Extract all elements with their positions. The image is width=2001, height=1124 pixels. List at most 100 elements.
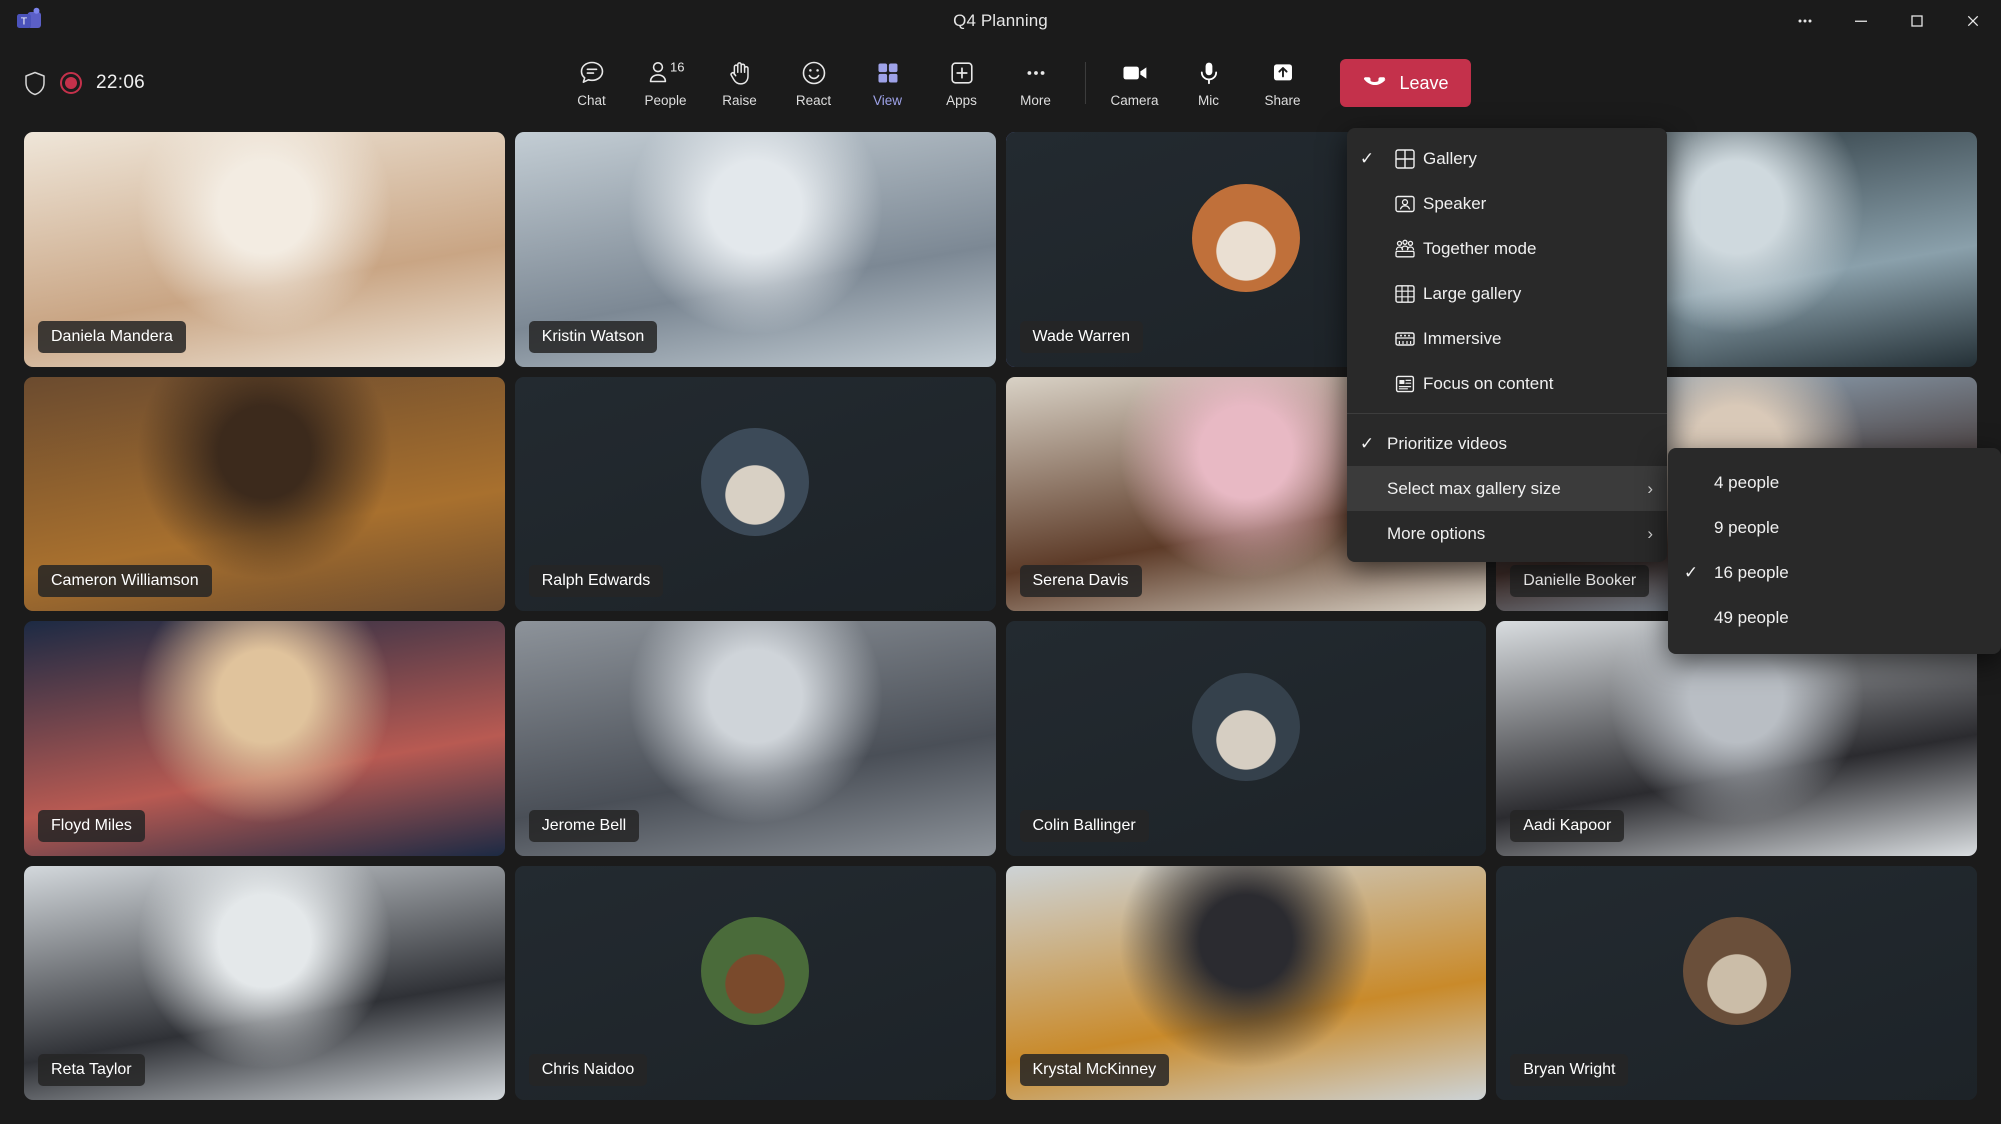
participant-name-label: Floyd Miles [38,810,145,842]
toolbar-apps-label: Apps [946,94,977,108]
menu-item-prioritize-videos[interactable]: ✓ Prioritize videos [1347,421,1667,466]
submenu-item-4-people[interactable]: 4 people [1668,460,2001,505]
menu-item-focus-on-content[interactable]: Focus on content [1347,361,1667,406]
view-options-menu: ✓ Gallery Speaker [1347,128,1667,562]
window-maximize-button[interactable] [1889,0,1945,42]
menu-item-select-max-gallery-size-label: Select max gallery size [1387,479,1639,499]
apps-plus-icon [947,59,975,87]
window-more-options-button[interactable] [1777,0,1833,42]
submenu-item-16-people-label: 16 people [1714,563,1789,583]
window-controls [1777,0,2001,42]
focus-content-icon [1387,373,1423,395]
participant-tile[interactable]: Floyd Miles [24,621,505,856]
immersive-icon [1387,328,1423,350]
window-title-bar: T Q4 Planning [0,0,2001,42]
toolbar-camera-label: Camera [1110,94,1158,108]
meeting-timer: 22:06 [96,72,145,94]
participant-tile[interactable]: Krystal McKinney [1006,866,1487,1101]
check-icon: ✓ [1347,149,1387,169]
people-icon: 16 [645,59,685,87]
toolbar-mic-button[interactable]: Mic [1171,48,1245,118]
menu-item-gallery-label: Gallery [1423,149,1653,169]
participant-tile[interactable]: Jerome Bell [515,621,996,856]
toolbar-raise-hand-button[interactable]: Raise [702,48,776,118]
leave-meeting-button[interactable]: Leave [1339,59,1470,107]
menu-item-speaker[interactable]: Speaker [1347,181,1667,226]
avatar-image [701,428,809,536]
participant-tile[interactable]: Daniela Mandera [24,132,505,367]
toolbar-people-label: People [644,94,686,108]
large-gallery-icon [1387,283,1423,305]
leave-button-label: Leave [1399,73,1448,94]
participant-name-label: Kristin Watson [529,321,658,353]
participant-name-label: Cameron Williamson [38,565,212,597]
toolbar-chat-button[interactable]: Chat [554,48,628,118]
participant-name-label: Danielle Booker [1510,565,1649,597]
camera-icon [1119,59,1149,87]
avatar [1192,673,1300,781]
submenu-item-49-people-label: 49 people [1714,608,1789,628]
share-up-arrow-icon [1268,59,1296,87]
participant-name-label: Krystal McKinney [1020,1054,1170,1086]
participant-name-label: Ralph Edwards [529,565,664,597]
submenu-item-16-people[interactable]: ✓ 16 people [1668,550,2001,595]
menu-item-immersive-label: Immersive [1423,329,1653,349]
participant-name-label: Chris Naidoo [529,1054,647,1086]
toolbar-view-label: View [873,94,902,108]
toolbar-camera-button[interactable]: Camera [1097,48,1171,118]
toolbar-share-label: Share [1264,94,1300,108]
gallery-grid-icon [1387,148,1423,170]
gallery-size-submenu: 4 people 9 people ✓ 16 people 49 people [1668,448,2001,654]
participant-name-label: Reta Taylor [38,1054,145,1086]
window-title: Q4 Planning [0,11,2001,31]
toolbar-react-button[interactable]: React [776,48,850,118]
submenu-item-9-people[interactable]: 9 people [1668,505,2001,550]
participant-tile[interactable]: Kristin Watson [515,132,996,367]
menu-item-together-mode[interactable]: Together mode [1347,226,1667,271]
toolbar-apps-button[interactable]: Apps [924,48,998,118]
meeting-toolbar: 22:06 Chat 16 [0,42,2001,124]
submenu-item-4-people-label: 4 people [1714,473,1779,493]
shield-icon [24,71,46,96]
check-icon: ✓ [1347,434,1387,454]
svg-text:16: 16 [669,59,683,74]
avatar-image [1683,917,1791,1025]
avatar-image [701,917,809,1025]
meeting-status-group: 22:06 [24,42,145,124]
participant-tile[interactable]: Cameron Williamson [24,377,505,612]
window-minimize-button[interactable] [1833,0,1889,42]
menu-item-more-options-label: More options [1387,524,1639,544]
submenu-item-49-people[interactable]: 49 people [1668,595,2001,640]
react-smiley-icon [799,59,827,87]
participant-tile[interactable]: Aadi Kapoor [1496,621,1977,856]
participant-tile[interactable]: Colin Ballinger [1006,621,1487,856]
participant-tile[interactable]: Chris Naidoo [515,866,996,1101]
toolbar-view-button[interactable]: View [850,48,924,118]
together-mode-icon [1387,238,1423,260]
chevron-right-icon: › [1639,524,1653,544]
window-close-button[interactable] [1945,0,2001,42]
participant-name-label: Jerome Bell [529,810,639,842]
toolbar-share-button[interactable]: Share [1245,48,1319,118]
participant-tile[interactable]: Bryan Wright [1496,866,1977,1101]
toolbar-more-button[interactable]: More [998,48,1072,118]
avatar-image [1192,673,1300,781]
menu-item-immersive[interactable]: Immersive [1347,316,1667,361]
menu-item-gallery[interactable]: ✓ Gallery [1347,136,1667,181]
teams-meeting-window: T Q4 Planning [0,0,2001,1124]
toolbar-more-label: More [1020,94,1051,108]
participant-tile[interactable]: Reta Taylor [24,866,505,1101]
menu-item-select-max-gallery-size[interactable]: Select max gallery size › [1347,466,1667,511]
more-ellipsis-icon [1021,59,1049,87]
speaker-person-icon [1387,193,1423,215]
meeting-controls: Chat 16 People [530,42,1470,124]
toolbar-people-button[interactable]: 16 People [628,48,702,118]
toolbar-divider [1084,62,1085,104]
participant-tile[interactable]: Ralph Edwards [515,377,996,612]
submenu-item-9-people-label: 9 people [1714,518,1779,538]
menu-item-large-gallery[interactable]: Large gallery [1347,271,1667,316]
participant-name-label: Serena Davis [1020,565,1142,597]
menu-item-more-options[interactable]: More options › [1347,511,1667,556]
menu-item-prioritize-videos-label: Prioritize videos [1387,434,1653,454]
avatar [701,917,809,1025]
